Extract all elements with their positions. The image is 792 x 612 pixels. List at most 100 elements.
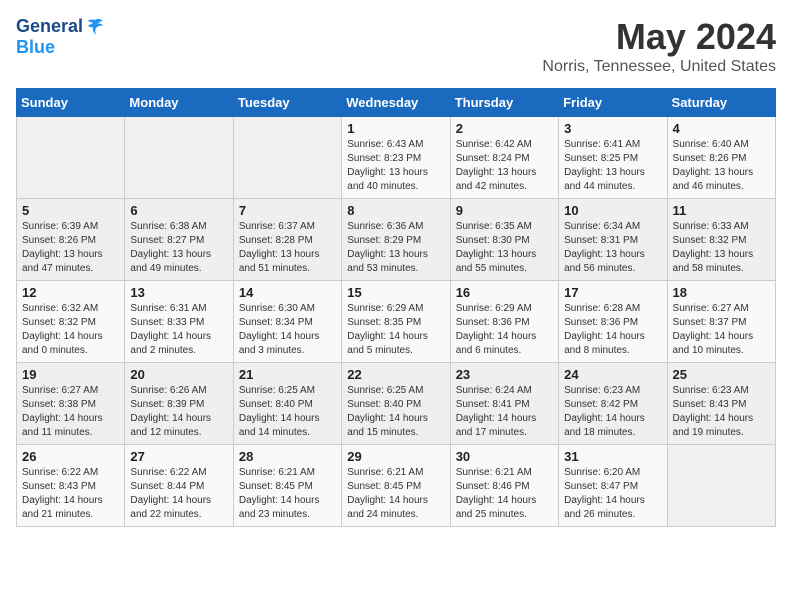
calendar-cell: 17 Sunrise: 6:28 AM Sunset: 8:36 PM Dayli… — [559, 281, 667, 363]
calendar-cell — [233, 117, 341, 199]
day-number: 22 — [347, 367, 444, 382]
calendar-cell: 21Sunrise: 6:25 AM Sunset: 8:40 PM Dayli… — [233, 363, 341, 445]
calendar-cell: 4Sunrise: 6:40 AM Sunset: 8:26 PM Daylig… — [667, 117, 775, 199]
day-info: Sunrise: 6:21 AM Sunset: 8:45 PM Dayligh… — [347, 466, 444, 522]
day-number: 16 — [456, 285, 553, 300]
weekday-header-tuesday: Tuesday — [233, 89, 341, 117]
logo-general-text: General — [16, 16, 83, 37]
day-number: 28 — [239, 449, 336, 464]
weekday-header-friday: Friday — [559, 89, 667, 117]
day-info: Sunrise: 6:38 AM Sunset: 8:27 PM Dayligh… — [130, 220, 227, 276]
day-info: Sunrise: 6:20 AM Sunset: 8:47 PM Dayligh… — [564, 466, 661, 522]
day-number: 11 — [673, 203, 770, 218]
calendar-cell — [667, 445, 775, 527]
day-number: 13 — [130, 285, 227, 300]
calendar-cell: 28 Sunrise: 6:21 AM Sunset: 8:45 PM Dayli… — [233, 445, 341, 527]
day-number: 17 — [564, 285, 661, 300]
day-info: Sunrise: 6:41 AM Sunset: 8:25 PM Dayligh… — [564, 138, 661, 194]
day-number: 27 — [130, 449, 227, 464]
day-info: Sunrise: 6:22 AM Sunset: 8:43 PM Dayligh… — [22, 466, 119, 522]
weekday-header-monday: Monday — [125, 89, 233, 117]
day-info: Sunrise: 6:26 AM Sunset: 8:39 PM Dayligh… — [130, 384, 227, 440]
day-number: 10 — [564, 203, 661, 218]
calendar-week-5: 26Sunrise: 6:22 AM Sunset: 8:43 PM Dayli… — [17, 445, 776, 527]
calendar-cell: 1 Sunrise: 6:43 AM Sunset: 8:23 PM Daylig… — [342, 117, 450, 199]
day-info: Sunrise: 6:22 AM Sunset: 8:44 PM Dayligh… — [130, 466, 227, 522]
day-number: 31 — [564, 449, 661, 464]
day-number: 14 — [239, 285, 336, 300]
calendar-cell: 15Sunrise: 6:29 AM Sunset: 8:35 PM Dayli… — [342, 281, 450, 363]
day-number: 7 — [239, 203, 336, 218]
calendar-cell: 14Sunrise: 6:30 AM Sunset: 8:34 PM Dayli… — [233, 281, 341, 363]
day-info: Sunrise: 6:21 AM Sunset: 8:45 PM Dayligh… — [239, 466, 336, 522]
calendar-table: SundayMondayTuesdayWednesdayThursdayFrid… — [16, 88, 776, 527]
main-title: May 2024 — [542, 16, 776, 58]
calendar-cell: 26Sunrise: 6:22 AM Sunset: 8:43 PM Dayli… — [17, 445, 125, 527]
calendar-cell: 11 Sunrise: 6:33 AM Sunset: 8:32 PM Dayli… — [667, 199, 775, 281]
day-info: Sunrise: 6:27 AM Sunset: 8:38 PM Dayligh… — [22, 384, 119, 440]
day-info: Sunrise: 6:27 AM Sunset: 8:37 PM Dayligh… — [673, 302, 770, 358]
calendar-week-3: 12 Sunrise: 6:32 AM Sunset: 8:32 PM Dayli… — [17, 281, 776, 363]
calendar-cell — [17, 117, 125, 199]
calendar-cell: 18 Sunrise: 6:27 AM Sunset: 8:37 PM Dayli… — [667, 281, 775, 363]
weekday-header-saturday: Saturday — [667, 89, 775, 117]
day-number: 18 — [673, 285, 770, 300]
calendar-cell: 12 Sunrise: 6:32 AM Sunset: 8:32 PM Dayli… — [17, 281, 125, 363]
calendar-cell: 9Sunrise: 6:35 AM Sunset: 8:30 PM Daylig… — [450, 199, 558, 281]
day-info: Sunrise: 6:35 AM Sunset: 8:30 PM Dayligh… — [456, 220, 553, 276]
calendar-cell: 22 Sunrise: 6:25 AM Sunset: 8:40 PM Dayli… — [342, 363, 450, 445]
day-info: Sunrise: 6:28 AM Sunset: 8:36 PM Dayligh… — [564, 302, 661, 358]
day-info: Sunrise: 6:37 AM Sunset: 8:28 PM Dayligh… — [239, 220, 336, 276]
calendar-week-2: 5 Sunrise: 6:39 AM Sunset: 8:26 PM Daylig… — [17, 199, 776, 281]
day-info: Sunrise: 6:25 AM Sunset: 8:40 PM Dayligh… — [347, 384, 444, 440]
calendar-cell: 19 Sunrise: 6:27 AM Sunset: 8:38 PM Dayli… — [17, 363, 125, 445]
calendar-cell: 3 Sunrise: 6:41 AM Sunset: 8:25 PM Daylig… — [559, 117, 667, 199]
day-number: 2 — [456, 121, 553, 136]
calendar-cell: 31 Sunrise: 6:20 AM Sunset: 8:47 PM Dayli… — [559, 445, 667, 527]
calendar-cell — [125, 117, 233, 199]
day-number: 12 — [22, 285, 119, 300]
calendar-cell: 10 Sunrise: 6:34 AM Sunset: 8:31 PM Dayli… — [559, 199, 667, 281]
logo-blue-text: Blue — [16, 37, 55, 57]
calendar-cell: 16 Sunrise: 6:29 AM Sunset: 8:36 PM Dayli… — [450, 281, 558, 363]
day-number: 1 — [347, 121, 444, 136]
day-number: 25 — [673, 367, 770, 382]
day-number: 5 — [22, 203, 119, 218]
calendar-cell: 25 Sunrise: 6:23 AM Sunset: 8:43 PM Dayli… — [667, 363, 775, 445]
calendar-cell: 13 Sunrise: 6:31 AM Sunset: 8:33 PM Dayli… — [125, 281, 233, 363]
day-info: Sunrise: 6:29 AM Sunset: 8:36 PM Dayligh… — [456, 302, 553, 358]
calendar-cell: 30Sunrise: 6:21 AM Sunset: 8:46 PM Dayli… — [450, 445, 558, 527]
day-number: 30 — [456, 449, 553, 464]
day-info: Sunrise: 6:23 AM Sunset: 8:42 PM Dayligh… — [564, 384, 661, 440]
calendar-cell: 27 Sunrise: 6:22 AM Sunset: 8:44 PM Dayli… — [125, 445, 233, 527]
calendar-cell: 2 Sunrise: 6:42 AM Sunset: 8:24 PM Daylig… — [450, 117, 558, 199]
calendar-cell: 8Sunrise: 6:36 AM Sunset: 8:29 PM Daylig… — [342, 199, 450, 281]
calendar-cell: 5 Sunrise: 6:39 AM Sunset: 8:26 PM Daylig… — [17, 199, 125, 281]
day-number: 20 — [130, 367, 227, 382]
day-info: Sunrise: 6:43 AM Sunset: 8:23 PM Dayligh… — [347, 138, 444, 194]
page-header: General Blue May 2024 Norris, Tennessee,… — [16, 16, 776, 76]
day-info: Sunrise: 6:34 AM Sunset: 8:31 PM Dayligh… — [564, 220, 661, 276]
day-number: 4 — [673, 121, 770, 136]
calendar-cell: 20 Sunrise: 6:26 AM Sunset: 8:39 PM Dayli… — [125, 363, 233, 445]
day-info: Sunrise: 6:29 AM Sunset: 8:35 PM Dayligh… — [347, 302, 444, 358]
logo-bird-icon — [85, 17, 105, 37]
day-number: 23 — [456, 367, 553, 382]
day-number: 29 — [347, 449, 444, 464]
logo: General Blue — [16, 16, 105, 58]
calendar-cell: 7 Sunrise: 6:37 AM Sunset: 8:28 PM Daylig… — [233, 199, 341, 281]
weekday-header-sunday: Sunday — [17, 89, 125, 117]
day-info: Sunrise: 6:32 AM Sunset: 8:32 PM Dayligh… — [22, 302, 119, 358]
day-info: Sunrise: 6:39 AM Sunset: 8:26 PM Dayligh… — [22, 220, 119, 276]
day-info: Sunrise: 6:31 AM Sunset: 8:33 PM Dayligh… — [130, 302, 227, 358]
calendar-week-4: 19 Sunrise: 6:27 AM Sunset: 8:38 PM Dayli… — [17, 363, 776, 445]
day-info: Sunrise: 6:42 AM Sunset: 8:24 PM Dayligh… — [456, 138, 553, 194]
day-info: Sunrise: 6:23 AM Sunset: 8:43 PM Dayligh… — [673, 384, 770, 440]
calendar-cell: 24Sunrise: 6:23 AM Sunset: 8:42 PM Dayli… — [559, 363, 667, 445]
day-number: 19 — [22, 367, 119, 382]
day-number: 21 — [239, 367, 336, 382]
calendar-cell: 6Sunrise: 6:38 AM Sunset: 8:27 PM Daylig… — [125, 199, 233, 281]
day-number: 3 — [564, 121, 661, 136]
weekday-header-thursday: Thursday — [450, 89, 558, 117]
day-info: Sunrise: 6:33 AM Sunset: 8:32 PM Dayligh… — [673, 220, 770, 276]
